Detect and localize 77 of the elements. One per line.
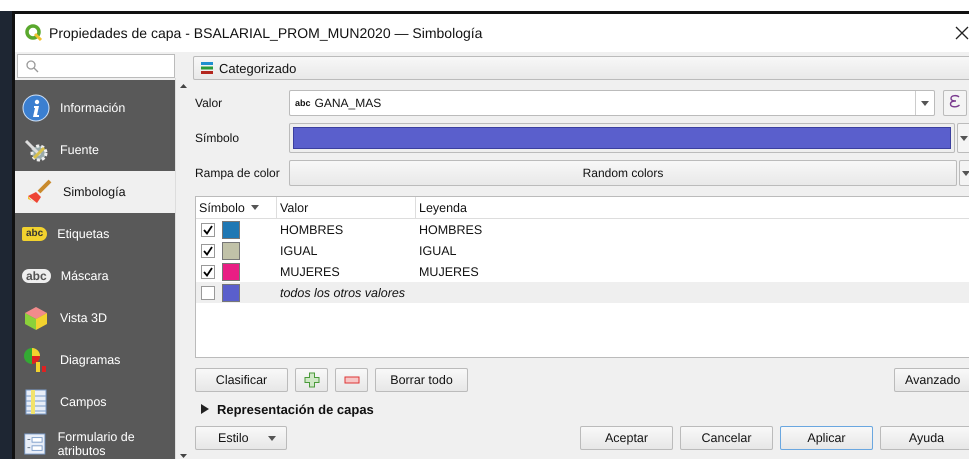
dialog-button[interactable]: Aplicar	[780, 426, 873, 450]
search-icon	[26, 60, 39, 72]
search-field[interactable]	[17, 54, 175, 78]
expression-button[interactable]	[943, 90, 967, 116]
info-icon	[22, 94, 50, 122]
checkbox[interactable]	[201, 286, 215, 300]
classify-button[interactable]: Clasificar	[195, 368, 288, 392]
check-icon	[203, 224, 213, 234]
advanced-button[interactable]: Avanzado	[894, 368, 969, 392]
table-cell-text: MUJERES	[418, 264, 479, 278]
table-cell-text: IGUAL	[418, 244, 457, 258]
sidebar-item[interactable]: Simbología	[15, 171, 175, 213]
paintbrush-icon	[25, 178, 53, 206]
dialog-button[interactable]: Cancelar	[680, 426, 773, 450]
table-row[interactable]: MUJERES MUJERES	[196, 261, 969, 282]
value-field[interactable]: abc GANA_MAS	[289, 90, 935, 116]
color-swatch[interactable]	[222, 284, 240, 302]
field-label: Valor	[195, 96, 224, 110]
table-cell-text: HOMBRES	[279, 222, 344, 236]
table-row[interactable]: todos los otros valores	[196, 282, 969, 303]
dialog-button[interactable]: Aceptar	[580, 426, 673, 450]
sidebar-item[interactable]: Vista 3D	[15, 297, 175, 339]
checkbox[interactable]	[201, 222, 215, 236]
sidebar-item[interactable]: abc Etiquetas	[15, 213, 175, 255]
table-row[interactable]: IGUAL IGUAL	[196, 240, 969, 261]
checkbox[interactable]	[201, 244, 215, 258]
section-header[interactable]: Representación de capas	[193, 392, 969, 426]
table-cell-text: todos los otros valores	[279, 286, 406, 300]
sidebar-item[interactable]: Formulario de atributos	[15, 423, 175, 459]
plus-icon	[304, 372, 320, 388]
color-swatch[interactable]	[222, 262, 240, 280]
check-icon	[203, 246, 213, 256]
cube-icon	[22, 304, 50, 332]
table-cell-text: MUJERES	[279, 264, 341, 278]
caret-icon	[962, 170, 969, 176]
delete-all-button[interactable]: Borrar todo	[375, 368, 468, 392]
dropdown-button[interactable]	[959, 160, 969, 186]
remove-button[interactable]	[335, 368, 368, 392]
checkbox[interactable]	[201, 264, 215, 278]
epsilon-icon	[949, 92, 961, 108]
window-title: Propiedades de capa - BSALARIAL_PROM_MUN2020 — Simbología	[49, 25, 484, 41]
sidebar-item[interactable]: Información	[15, 87, 175, 129]
label-tag-icon: abc	[22, 227, 48, 241]
column-header[interactable]: Valor	[277, 197, 416, 218]
collapsed-arrow-icon	[201, 404, 209, 414]
column-header[interactable]: Leyenda	[416, 197, 969, 218]
color-swatch[interactable]	[222, 220, 240, 238]
field-label: Símbolo	[195, 131, 240, 145]
color-swatch[interactable]	[222, 242, 240, 260]
minus-icon	[344, 376, 360, 384]
close-icon[interactable]	[955, 26, 969, 40]
renderer-dropdown[interactable]: Categorizado	[193, 56, 969, 80]
scroll-up-icon	[180, 84, 187, 88]
style-button[interactable]: Estilo	[195, 426, 287, 450]
scroll-down-icon	[180, 454, 187, 458]
add-button[interactable]	[295, 368, 328, 392]
symbol-button[interactable]	[289, 123, 955, 153]
caret-icon	[960, 136, 968, 140]
table-cell-text: HOMBRES	[418, 222, 482, 236]
categorized-icon	[200, 61, 214, 75]
sidebar-item[interactable]: abc Máscara	[15, 255, 175, 297]
qgis-logo-icon	[25, 24, 43, 42]
sidebar-item[interactable]: Fuente	[15, 129, 175, 171]
color-ramp-button[interactable]: Random colors	[289, 160, 957, 186]
caret-icon	[250, 205, 259, 210]
dropdown-button[interactable]	[957, 123, 969, 153]
dialog-button[interactable]: Ayuda	[880, 426, 969, 450]
caret-icon	[921, 100, 929, 106]
field-label: Rampa de color	[195, 166, 281, 180]
sidebar-item[interactable]: Diagramas	[15, 339, 175, 381]
check-icon	[203, 266, 213, 276]
column-header[interactable]: Símbolo	[196, 197, 277, 218]
text-badge-icon: abc	[22, 269, 51, 283]
sidebar-item[interactable]: Campos	[15, 381, 175, 423]
table-cell-text: IGUAL	[279, 244, 319, 258]
caret-icon	[268, 436, 276, 440]
table-row[interactable]: HOMBRES HOMBRES	[196, 219, 969, 240]
